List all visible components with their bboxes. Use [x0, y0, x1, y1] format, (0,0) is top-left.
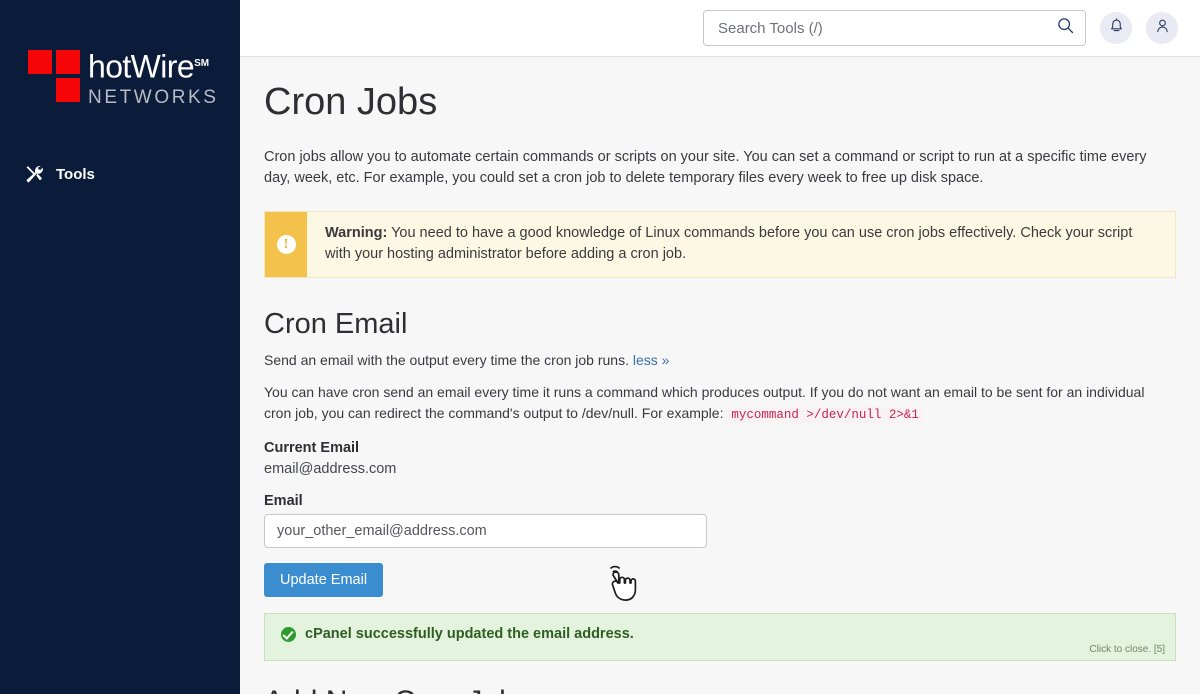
cron-email-summary-text: Send an email with the output every time… — [264, 352, 629, 368]
warning-label: Warning: — [325, 225, 388, 241]
brand-logo[interactable]: hotWireSM NETWORKS — [28, 48, 219, 109]
top-bar — [240, 0, 1200, 57]
cron-email-detail-text: You can have cron send an email every ti… — [264, 384, 1145, 421]
current-email-value: email@address.com — [264, 461, 397, 477]
exclamation-icon: ! — [276, 235, 296, 254]
success-alert-message: cPanel successfully updated the email ad… — [305, 626, 634, 642]
add-new-cron-job-heading: Add New Cron Job — [264, 683, 1176, 694]
cron-email-detail: You can have cron send an email every ti… — [264, 382, 1164, 426]
code-example: mycommand >/dev/null 2>&1 — [727, 407, 923, 423]
logo-squares-icon — [28, 50, 84, 106]
success-check-icon — [281, 626, 296, 642]
cron-email-heading: Cron Email — [264, 308, 408, 340]
user-icon — [1155, 18, 1170, 39]
search-bar[interactable] — [703, 10, 1086, 46]
warning-body: You need to have a good knowledge of Lin… — [325, 225, 1133, 262]
email-input[interactable] — [264, 514, 707, 548]
search-input[interactable] — [718, 19, 1057, 37]
toggle-less-link[interactable]: less » — [633, 352, 670, 368]
notifications-button[interactable] — [1100, 12, 1132, 44]
sidebar-item-tools[interactable]: Tools — [24, 164, 95, 184]
alert-close-hint[interactable]: Click to close. [5] — [1089, 644, 1165, 655]
logo-word-text: hotWire — [88, 48, 195, 85]
sidebar: hotWireSM NETWORKS Tools — [0, 0, 240, 694]
update-email-button[interactable]: Update Email — [264, 563, 384, 597]
page-intro: Cron jobs allow you to automate certain … — [264, 149, 1147, 186]
main-area: Cron Jobs Cron jobs allow you to automat… — [240, 0, 1200, 694]
logo-subtitle: NETWORKS — [88, 86, 219, 108]
search-icon[interactable] — [1057, 17, 1074, 39]
sidebar-item-tools-label: Tools — [56, 165, 95, 183]
warning-accent-bar: ! — [265, 212, 307, 277]
email-label: Email — [264, 493, 303, 509]
success-alert[interactable]: cPanel successfully updated the email ad… — [264, 613, 1176, 661]
tools-icon — [24, 164, 44, 184]
app-root: hotWireSM NETWORKS Tools Search Tools (/… — [0, 0, 1200, 694]
account-button[interactable] — [1146, 12, 1178, 44]
cron-email-summary: Send an email with the output every time… — [264, 350, 1176, 370]
content-area: Cron Jobs Cron jobs allow you to automat… — [240, 57, 1200, 694]
current-email-label: Current Email — [264, 440, 360, 456]
logo-servicemark: SM — [194, 58, 210, 69]
logo-wordmark: hotWireSM — [88, 48, 219, 83]
bell-icon — [1109, 17, 1124, 39]
warning-text: Warning: You need to have a good knowled… — [307, 212, 1175, 277]
warning-banner: ! Warning: You need to have a good knowl… — [264, 211, 1176, 278]
page-title: Cron Jobs — [264, 81, 438, 123]
